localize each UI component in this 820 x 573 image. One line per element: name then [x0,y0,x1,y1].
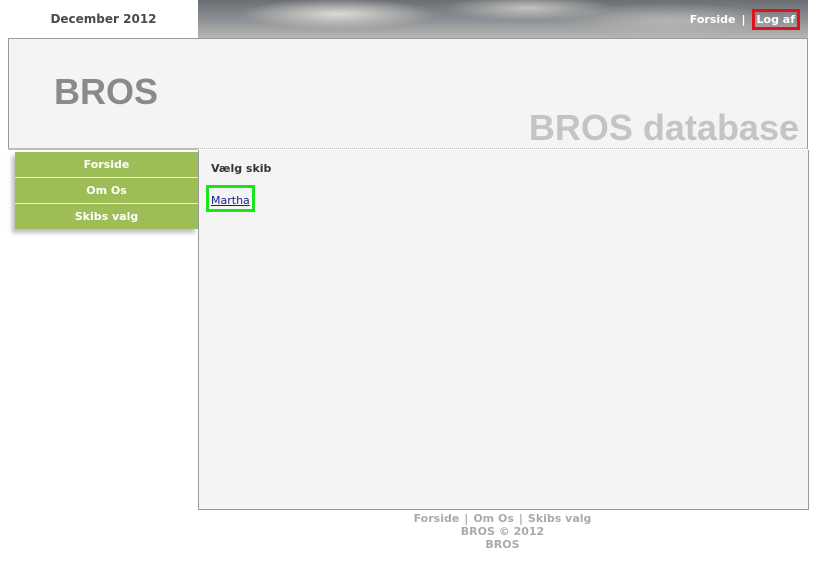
logout-link[interactable]: Log af [751,8,800,30]
page-heading: Vælg skib [211,162,272,175]
sidebar-item-skibs-valg[interactable]: Skibs valg [15,204,198,229]
sidebar-item-om-os[interactable]: Om Os [15,178,198,204]
site-logo: BROS [54,71,159,112]
sidebar-menu: Forside Om Os Skibs valg [15,152,198,229]
main-content: Vælg skib Martha [198,150,809,510]
ship-link-highlight: Martha [206,185,255,212]
header-dotted-divider [198,148,807,149]
footer: Forside | Om Os | Skibs valg BROS © 2012 BRO… [198,512,807,551]
ship-link-martha[interactable]: Martha [211,194,250,207]
footer-copyright: BROS © 2012 [460,525,545,538]
footer-site-name: BROS [485,538,520,551]
header-divider [8,148,198,150]
footer-link-forside[interactable]: Forside [414,512,460,525]
page: December 2012 Forside | Log af BROS BROS… [0,0,820,573]
top-nav-separator: | [741,12,746,26]
footer-links: Forside | Om Os | Skibs valg [198,512,807,525]
footer-link-om-os[interactable]: Om Os [473,512,514,525]
top-nav-home-link[interactable]: Forside [690,13,736,26]
footer-separator: | [518,512,523,525]
header-panel: BROS BROS database [8,38,808,149]
top-nav: Forside | Log af [690,0,800,38]
footer-separator: | [464,512,469,525]
footer-link-skibs-valg[interactable]: Skibs valg [528,512,592,525]
date-label: December 2012 [0,0,207,38]
sidebar-item-forside[interactable]: Forside [15,152,198,178]
database-title: BROS database [528,107,799,148]
